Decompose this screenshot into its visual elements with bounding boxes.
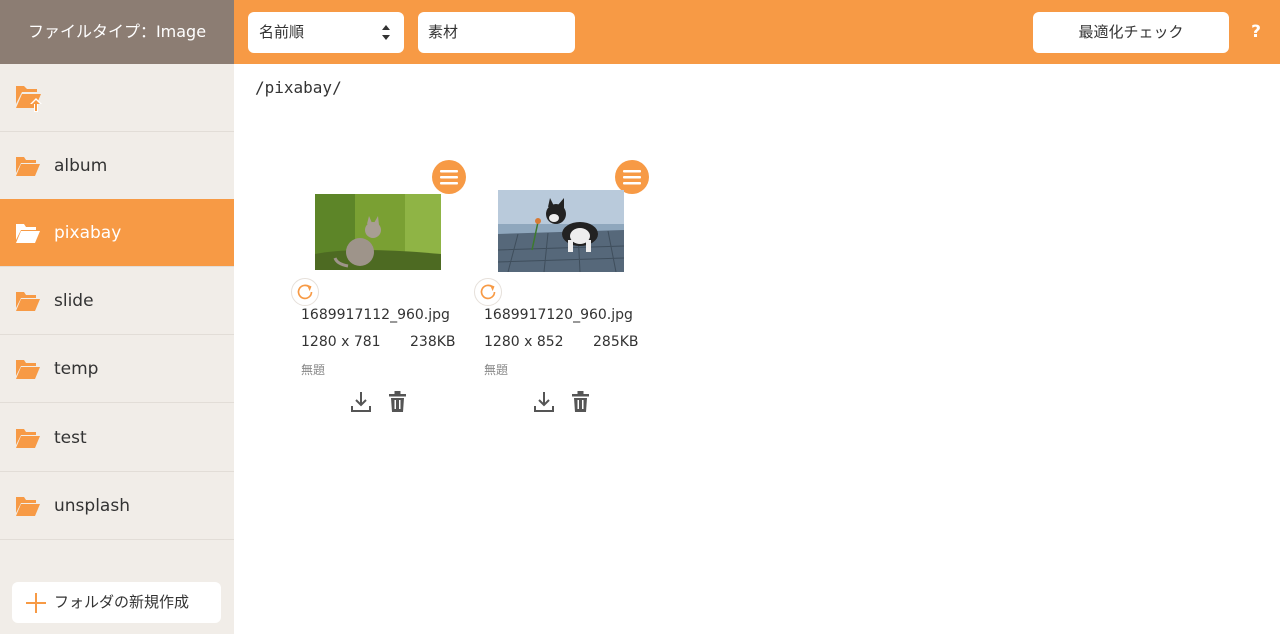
sidebar-item-label: slide xyxy=(54,291,94,311)
trash-icon[interactable] xyxy=(389,391,406,413)
rotate-icon xyxy=(297,284,313,300)
sidebar-item-label: pixabay xyxy=(54,223,122,243)
folder-open-icon xyxy=(16,360,40,379)
folder-open-icon xyxy=(16,292,40,311)
file-menu-button[interactable] xyxy=(615,160,649,194)
file-menu-button[interactable] xyxy=(432,160,466,194)
menu-icon xyxy=(440,170,458,185)
new-folder-label: フォルダの新規作成 xyxy=(54,593,190,611)
image-thumbnail[interactable] xyxy=(498,190,624,272)
sidebar-item-unsplash[interactable]: unsplash xyxy=(0,472,234,540)
optimize-check-button[interactable]: 最適化チェック xyxy=(1033,12,1229,53)
sidebar-item-parent[interactable] xyxy=(0,64,234,132)
sort-select-value: 名前順 xyxy=(259,23,305,41)
file-card: 1689917120_960.jpg 1280 x 852 285KB 無題 xyxy=(470,158,649,418)
sidebar-item-test[interactable]: test xyxy=(0,404,234,472)
sidebar-item-label: album xyxy=(54,156,108,176)
file-name: 1689917112_960.jpg xyxy=(301,307,450,323)
file-name: 1689917120_960.jpg xyxy=(484,307,633,323)
sidebar-item-label: unsplash xyxy=(54,496,130,516)
new-folder-button[interactable]: フォルダの新規作成 xyxy=(12,582,221,623)
file-card: 1689917112_960.jpg 1280 x 781 238KB 無題 xyxy=(287,158,466,418)
file-dimensions: 1280 x 781 xyxy=(301,334,381,350)
file-caption: 無題 xyxy=(484,363,509,377)
file-caption: 無題 xyxy=(301,363,326,377)
filetype-label: ファイルタイプ：Image xyxy=(0,0,234,64)
trash-icon[interactable] xyxy=(572,391,589,413)
help-icon[interactable]: ? xyxy=(1244,18,1268,46)
download-icon[interactable] xyxy=(533,390,555,414)
sidebar-item-temp[interactable]: temp xyxy=(0,335,234,403)
rotate-button[interactable] xyxy=(474,278,502,306)
menu-icon xyxy=(623,170,641,185)
file-size: 238KB xyxy=(410,334,456,350)
top-bar: ファイルタイプ：Image 名前順 最適化チェック ? xyxy=(0,0,1280,64)
image-thumbnail[interactable] xyxy=(315,194,441,270)
folder-open-icon xyxy=(16,157,40,176)
rotate-icon xyxy=(480,284,496,300)
sidebar-item-pixabay[interactable]: pixabay xyxy=(0,199,234,267)
plus-icon xyxy=(26,593,46,613)
rotate-button[interactable] xyxy=(291,278,319,306)
sidebar: album pixabay slide temp test unsplash フ… xyxy=(0,64,234,634)
sidebar-item-slide[interactable]: slide xyxy=(0,267,234,335)
search-input[interactable] xyxy=(418,12,575,53)
sidebar-item-label: temp xyxy=(54,359,99,379)
sort-select[interactable]: 名前順 xyxy=(248,12,404,53)
folder-open-icon xyxy=(16,497,40,516)
folder-up-icon xyxy=(16,86,42,112)
select-arrows-icon xyxy=(382,25,390,40)
current-path: /pixabay/ xyxy=(255,78,342,97)
folder-open-icon xyxy=(16,429,40,448)
folder-open-icon xyxy=(16,224,40,243)
file-size: 285KB xyxy=(593,334,639,350)
sidebar-item-label: test xyxy=(54,428,87,448)
sidebar-item-album[interactable]: album xyxy=(0,132,234,200)
download-icon[interactable] xyxy=(350,390,372,414)
file-dimensions: 1280 x 852 xyxy=(484,334,564,350)
